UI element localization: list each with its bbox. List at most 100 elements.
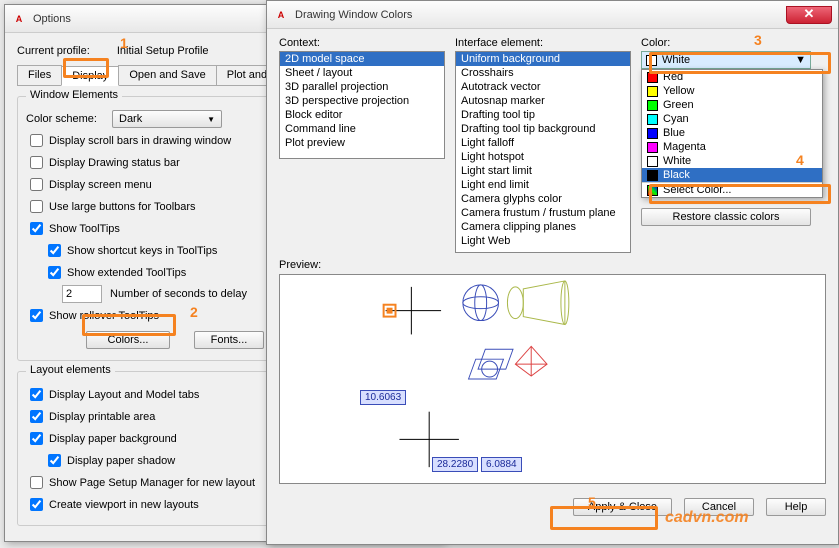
swatch-icon [647,114,658,125]
fonts-button[interactable]: Fonts... [194,331,264,349]
interface-item[interactable]: Drafting tool tip background [456,122,630,136]
interface-item[interactable]: Autosnap marker [456,94,630,108]
tab-display[interactable]: Display [61,66,119,86]
swatch-icon [647,100,658,111]
color-scheme-select[interactable]: Dark▼ [112,110,222,128]
color-option-magenta[interactable]: Magenta [642,140,822,154]
restore-classic-button[interactable]: Restore classic colors [641,208,811,226]
swatch-icon [647,86,658,97]
select-color-label: Select Color... [663,184,731,196]
interface-item[interactable]: Light hotspot [456,150,630,164]
context-item[interactable]: 3D perspective projection [280,94,444,108]
checkbox-printable[interactable] [30,410,43,423]
checkbox-extended-tooltips[interactable] [48,266,61,279]
interface-item[interactable]: Uniform background [456,52,630,66]
interface-item[interactable]: Light end limit [456,178,630,192]
interface-item[interactable]: Light start limit [456,164,630,178]
checkbox-page-setup[interactable] [30,476,43,489]
colors-button[interactable]: Colors... [86,331,170,349]
label-paper-shadow: Display paper shadow [67,455,175,467]
swatch-icon [647,170,658,181]
layout-elements-title: Layout elements [26,364,115,376]
window-elements-title: Window Elements [26,89,122,101]
color-option-blue[interactable]: Blue [642,126,822,140]
checkbox-layout-tabs[interactable] [30,388,43,401]
seconds-input[interactable] [62,285,102,303]
context-item[interactable]: 3D parallel projection [280,80,444,94]
checkbox-paper-shadow[interactable] [48,454,61,467]
interface-item[interactable]: Light Web [456,234,630,248]
checkbox-tooltips[interactable] [30,222,43,235]
checkbox-statusbar[interactable] [30,156,43,169]
annotation-1: 1 [120,35,128,51]
label-shortcut-keys: Show shortcut keys in ToolTips [67,245,217,257]
window-buttons: ✕ [786,6,832,24]
close-button[interactable]: ✕ [786,6,832,24]
color-name: Green [663,99,694,111]
drawing-window-colors-dialog: A Drawing Window Colors ✕ Context: 2D mo… [266,0,839,545]
tab-open-save[interactable]: Open and Save [118,65,216,85]
interface-item[interactable]: Camera glyphs color [456,192,630,206]
color-selected-text: White [662,54,690,66]
watermark-text: cadvn.com [665,509,749,527]
label-screenmenu: Display screen menu [49,179,152,191]
checkbox-large-buttons[interactable] [30,200,43,213]
annotation-5: 5 [588,494,596,510]
color-dropdown[interactable]: Red Yellow Green Cyan Blue Magenta White… [641,69,823,198]
label-page-setup: Show Page Setup Manager for new layout [49,477,255,489]
checkbox-paper-bg[interactable] [30,432,43,445]
interface-item[interactable]: Autotrack vector [456,80,630,94]
annotation-4: 4 [796,152,804,168]
color-option-green[interactable]: Green [642,98,822,112]
interface-item[interactable]: Light falloff [456,136,630,150]
context-item[interactable]: Command line [280,122,444,136]
swatch-icon [647,185,658,196]
color-name: Cyan [663,113,689,125]
select-color-option[interactable]: Select Color... [642,182,822,197]
label-extended-tooltips: Show extended ToolTips [67,267,186,279]
preview-svg [280,275,825,483]
color-option-red[interactable]: Red [642,70,822,84]
label-printable: Display printable area [49,411,155,423]
chevron-down-icon: ▼ [207,115,215,124]
checkbox-screenmenu[interactable] [30,178,43,191]
profile-value: Initial Setup Profile [117,45,209,57]
chevron-down-icon: ▼ [795,54,806,66]
context-item[interactable]: 2D model space [280,52,444,66]
color-option-black[interactable]: Black [642,168,822,182]
checkbox-shortcut-keys[interactable] [48,244,61,257]
checkbox-viewport[interactable] [30,498,43,511]
help-button[interactable]: Help [766,498,826,516]
interface-listbox[interactable]: Uniform background Crosshairs Autotrack … [455,51,631,253]
color-scheme-label: Color scheme: [26,113,112,125]
interface-item[interactable]: Camera clipping planes [456,220,630,234]
label-viewport: Create viewport in new layouts [49,499,199,511]
color-option-yellow[interactable]: Yellow [642,84,822,98]
label-scrollbars: Display scroll bars in drawing window [49,135,231,147]
context-listbox[interactable]: 2D model space Sheet / layout 3D paralle… [279,51,445,159]
color-combobox[interactable]: White ▼ [641,51,811,69]
dwc-titlebar[interactable]: A Drawing Window Colors ✕ [267,1,838,29]
app-icon: A [11,11,27,27]
label-statusbar: Display Drawing status bar [49,157,180,169]
color-option-cyan[interactable]: Cyan [642,112,822,126]
context-item[interactable]: Sheet / layout [280,66,444,80]
profile-label: Current profile: [17,45,90,57]
checkbox-rollover[interactable] [30,309,43,322]
context-item[interactable]: Block editor [280,108,444,122]
color-name: Black [663,169,690,181]
interface-item[interactable]: Drafting tool tip [456,108,630,122]
checkbox-scrollbars[interactable] [30,134,43,147]
swatch-icon [647,142,658,153]
swatch-icon [647,128,658,139]
swatch-icon [646,55,657,66]
tab-files[interactable]: Files [17,65,62,85]
color-name: White [663,155,691,167]
context-item[interactable]: Plot preview [280,136,444,150]
color-label: Color: [641,37,823,49]
label-paper-bg: Display paper background [49,433,177,445]
label-rollover: Show rollover ToolTips [49,310,159,322]
color-option-white[interactable]: White [642,154,822,168]
interface-item[interactable]: Camera frustum / frustum plane [456,206,630,220]
interface-item[interactable]: Crosshairs [456,66,630,80]
